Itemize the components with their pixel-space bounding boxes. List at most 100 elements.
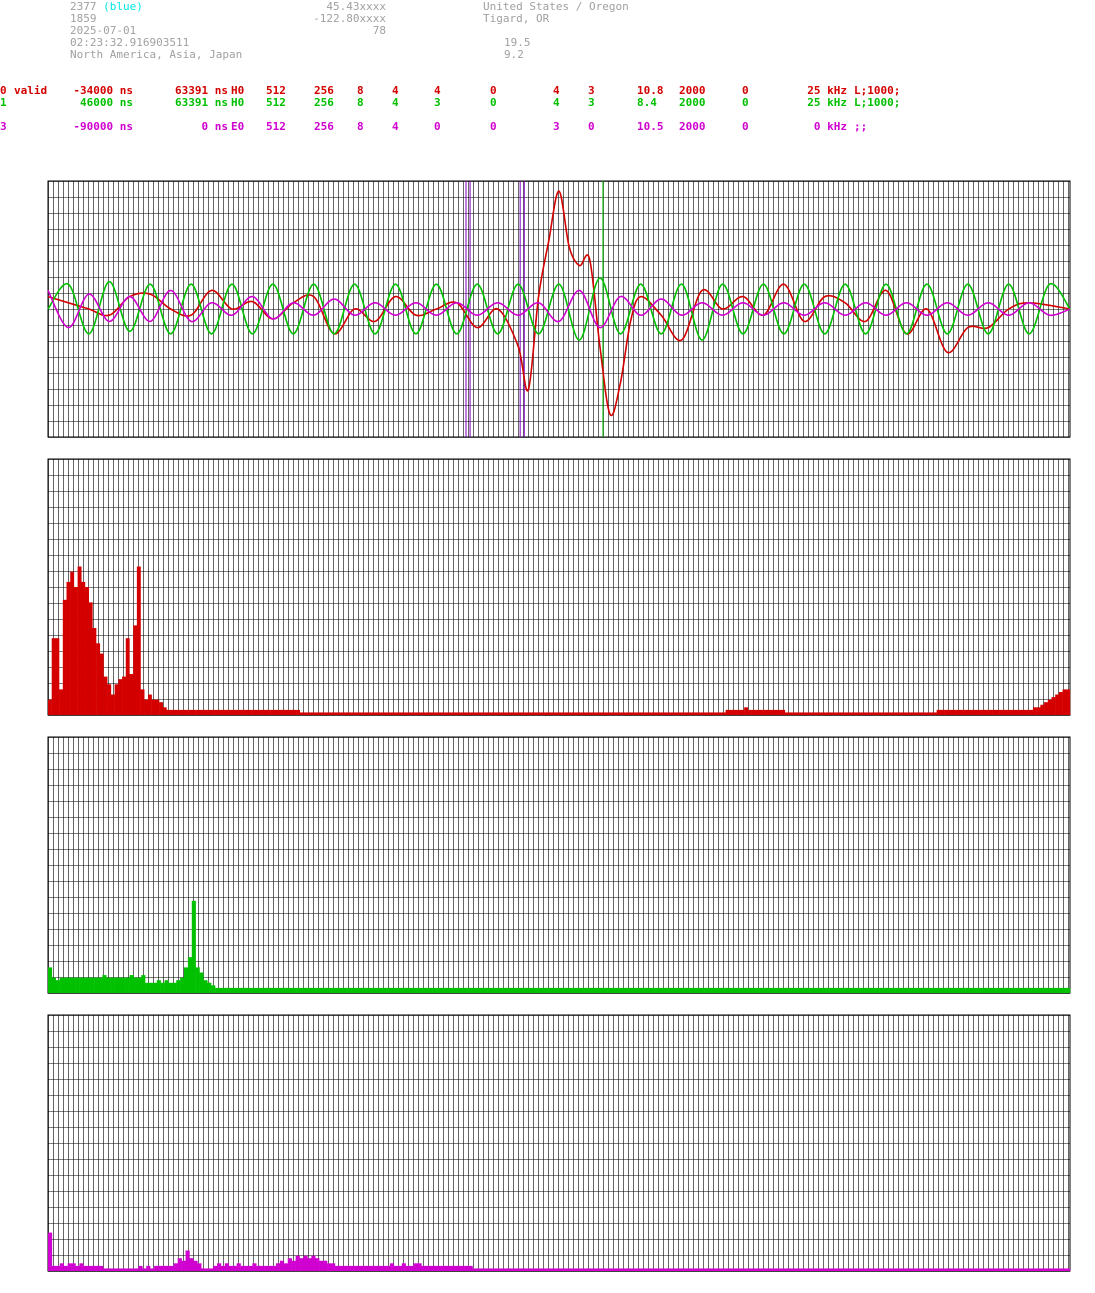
spectrum-bar-ch0 <box>162 707 167 715</box>
spectrum-bar-ch3 <box>1018 1268 1024 1271</box>
spectrum-bar-ch1 <box>242 987 247 993</box>
spectrum-bar-ch0 <box>751 709 756 715</box>
spectrum-bar-ch1 <box>133 977 138 993</box>
spectrum-bar-ch1 <box>378 987 383 993</box>
spectrum-bar-ch0 <box>596 712 600 715</box>
spectrum-bar-ch0 <box>566 712 571 715</box>
spectrum-bar-ch0 <box>736 709 741 715</box>
spectrum-bar-ch1 <box>665 987 670 993</box>
spectrum-bar-ch1 <box>860 987 865 993</box>
spectrum-bar-ch1 <box>984 987 989 993</box>
spectrum-bar-ch3 <box>122 1268 127 1271</box>
spectrum-bar-ch0 <box>344 712 349 715</box>
spectrum-bar-ch1 <box>479 987 484 993</box>
spectrum-bar-ch3 <box>1062 1268 1067 1271</box>
spectrum-bar-ch1 <box>432 987 437 993</box>
spectrum-bar-ch1 <box>728 987 733 993</box>
spectrum-bar-ch1 <box>156 980 161 993</box>
spectrum-bar-ch0 <box>222 709 226 715</box>
spectrum-bar-ch3 <box>959 1268 965 1271</box>
spectrum-bar-ch1 <box>428 987 433 993</box>
spectrum-bar-ch1 <box>572 987 577 993</box>
spectrum-bar-ch0 <box>962 709 967 715</box>
spectrum-bar-ch1 <box>90 977 95 993</box>
spectrum-bar-ch1 <box>557 987 562 993</box>
spectrum-bar-ch1 <box>541 987 546 993</box>
channel-0-status: valid <box>14 84 48 97</box>
spectrum-bar-ch1 <box>910 987 915 993</box>
spectrum-bar-ch0 <box>292 709 297 715</box>
spectrum-bar-ch3 <box>779 1268 784 1271</box>
spectrum-bar-ch1 <box>677 987 682 993</box>
spectrum-bar-ch0 <box>377 712 382 715</box>
spectrum-bar-ch1 <box>421 987 426 993</box>
spectrum-bar-ch0 <box>662 712 667 715</box>
spectrum-bar-ch1 <box>949 987 954 993</box>
spectrum-bar-ch1 <box>490 987 496 993</box>
spectrum-bar-ch1 <box>611 987 616 993</box>
spectrum-bar-ch3 <box>916 1268 921 1271</box>
channel-1-f3: 8 <box>357 96 364 109</box>
spectrum-bar-ch0 <box>829 712 834 715</box>
altitude: 78 <box>372 24 386 37</box>
spectrum-bar-ch3 <box>539 1268 544 1271</box>
spectrum-bar-ch0 <box>1044 702 1048 715</box>
spectrum-bar-ch3 <box>260 1265 265 1271</box>
spectrum-bar-ch0 <box>370 712 375 715</box>
channel-1-freq: 25 kHz <box>807 96 847 109</box>
spectrum-bar-ch1 <box>992 987 997 993</box>
spectrum-bar-ch1 <box>731 987 737 993</box>
spectrum-bar-ch3 <box>1022 1268 1027 1271</box>
spectrum-bar-ch3 <box>150 1268 155 1271</box>
spectrum-bar-ch1 <box>440 987 445 993</box>
spectrum-bar-ch1 <box>1066 987 1071 993</box>
spectrum-bar-ch0 <box>970 709 974 715</box>
spectrum-bar-ch3 <box>523 1268 528 1271</box>
spectrum-bar-ch0 <box>73 587 78 715</box>
spectrum-bar-ch1 <box>1019 987 1024 993</box>
spectrum-bar-ch1 <box>234 987 239 993</box>
spectrum-bar-ch1 <box>253 987 259 993</box>
spectrum-bar-ch3 <box>708 1268 713 1271</box>
spectrum-bar-ch1 <box>518 987 523 993</box>
spectrum-bar-ch0 <box>770 709 774 715</box>
spectrum-bar-ch3 <box>503 1268 509 1271</box>
spectrum-bar-ch1 <box>1007 987 1012 993</box>
spectrum-bar-ch0 <box>721 712 726 715</box>
spectrum-bar-ch3 <box>79 1263 84 1271</box>
spectrum-bar-ch0 <box>677 712 682 715</box>
spectrum-bar-ch1 <box>848 987 853 993</box>
channel-3-offset: -90000 ns <box>73 120 133 133</box>
spectrum-bar-ch1 <box>529 987 534 993</box>
spectrum-bar-ch3 <box>885 1268 890 1271</box>
spectrum-bar-ch3 <box>452 1265 457 1271</box>
spectrum-bar-ch3 <box>578 1268 583 1271</box>
spectrum-bar-ch0 <box>166 709 171 715</box>
channel-3-f5: 0 <box>434 120 441 133</box>
spectrum-bar-ch1 <box>211 985 216 993</box>
spectrum-bar-ch0 <box>381 712 386 715</box>
spectrum-bar-ch1 <box>191 900 196 993</box>
spectrum-bar-ch0 <box>795 712 800 715</box>
spectrum-bar-ch1 <box>230 987 235 993</box>
spectrum-bar-ch3 <box>75 1265 80 1271</box>
waveform-chart <box>47 180 1071 438</box>
spectrum-bar-ch0 <box>262 709 267 715</box>
spectrum-bar-ch3 <box>103 1268 108 1271</box>
spectrum-bar-ch3 <box>323 1260 328 1271</box>
spectrum-bar-ch3 <box>519 1268 524 1271</box>
spectrum-bar-ch3 <box>272 1265 277 1271</box>
spectrum-bar-ch0 <box>1058 691 1063 715</box>
spectrum-bar-ch3 <box>307 1258 312 1271</box>
spectrum-bar-ch1 <box>184 967 189 993</box>
channel-3-f1: 512 <box>266 120 286 133</box>
spectrum-bar-ch1 <box>347 987 352 993</box>
spectrum-bar-ch1 <box>646 987 651 993</box>
channel-3-f2: 256 <box>314 120 334 133</box>
spectrum-bar-ch3 <box>279 1260 285 1271</box>
spectrum-bar-ch0 <box>899 712 904 715</box>
spectrum-bar-ch1 <box>152 982 158 993</box>
spectrum-bar-ch3 <box>731 1268 737 1271</box>
spectrum-bar-ch0 <box>847 712 852 715</box>
spectrum-bar-ch1 <box>968 987 974 993</box>
